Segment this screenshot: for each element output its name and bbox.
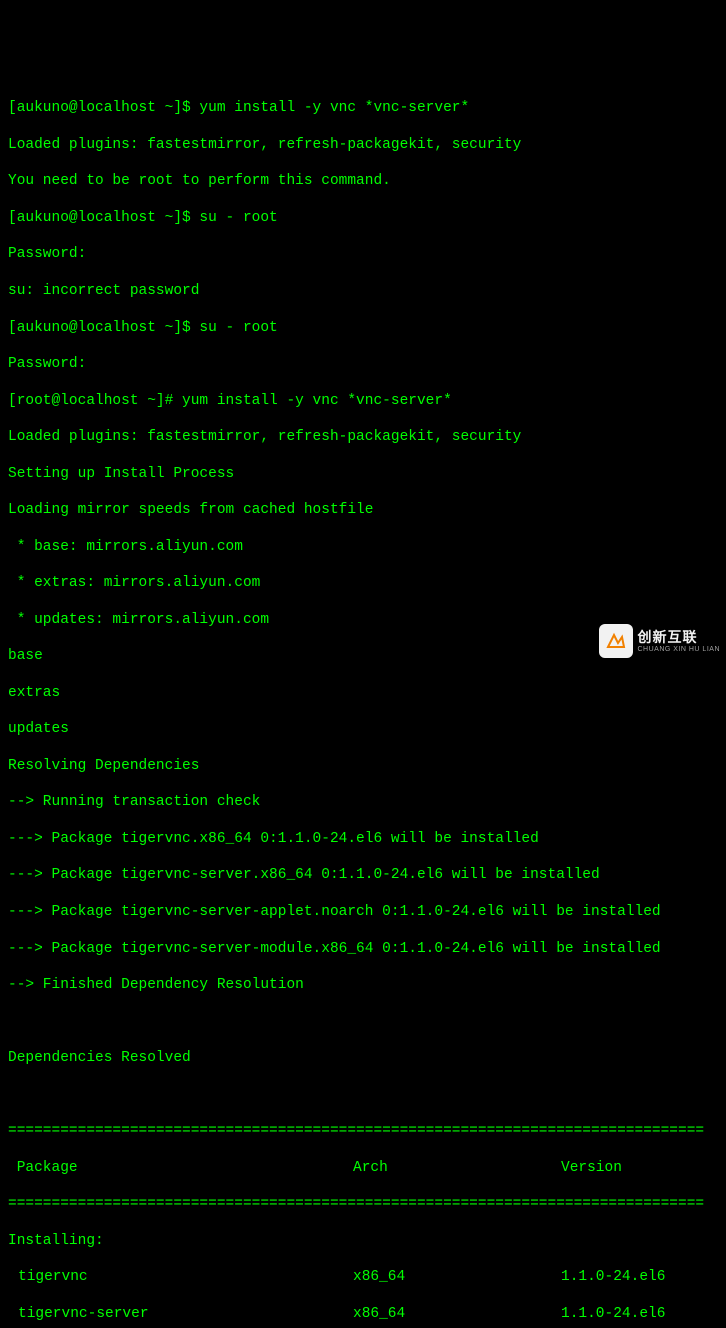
output-line: Resolving Dependencies <box>8 757 718 775</box>
output-line: ---> Package tigervnc-server-module.x86_… <box>8 940 718 958</box>
output-line: ---> Package tigervnc.x86_64 0:1.1.0-24.… <box>8 830 718 848</box>
output-line: [root@localhost ~]# yum install -y vnc *… <box>8 392 718 410</box>
terminal-output[interactable]: [aukuno@localhost ~]$ yum install -y vnc… <box>8 81 718 1328</box>
pkg-version: 1.1.0-24.el6 <box>561 1305 718 1323</box>
col-header-arch: Arch <box>353 1159 561 1177</box>
col-header-package: Package <box>8 1159 353 1177</box>
output-line: [aukuno@localhost ~]$ su - root <box>8 319 718 337</box>
output-line: --> Running transaction check <box>8 793 718 811</box>
output-line: * extras: mirrors.aliyun.com <box>8 574 718 592</box>
table-header-row: Package Arch Version <box>8 1159 718 1177</box>
separator-line: ========================================… <box>8 1195 718 1213</box>
pkg-name: tigervnc-server <box>8 1305 353 1323</box>
installing-label: Installing: <box>8 1232 718 1250</box>
output-line: extras <box>8 684 718 702</box>
col-header-version: Version <box>561 1159 718 1177</box>
output-line: ---> Package tigervnc-server-applet.noar… <box>8 903 718 921</box>
watermark: 创新互联 CHUANG XIN HU LIAN <box>599 624 720 658</box>
output-line: [aukuno@localhost ~]$ yum install -y vnc… <box>8 99 718 117</box>
watermark-en: CHUANG XIN HU LIAN <box>637 646 720 653</box>
output-line: updates <box>8 720 718 738</box>
output-line: * base: mirrors.aliyun.com <box>8 538 718 556</box>
watermark-logo-icon <box>599 624 633 658</box>
watermark-text: 创新互联 CHUANG XIN HU LIAN <box>637 630 720 653</box>
watermark-cn: 创新互联 <box>637 630 720 644</box>
pkg-version: 1.1.0-24.el6 <box>561 1268 718 1286</box>
output-line: su: incorrect password <box>8 282 718 300</box>
output-line: ---> Package tigervnc-server.x86_64 0:1.… <box>8 866 718 884</box>
table-row: tigervnc x86_64 1.1.0-24.el6 <box>8 1268 718 1286</box>
output-line: Dependencies Resolved <box>8 1049 718 1067</box>
pkg-name: tigervnc <box>8 1268 353 1286</box>
output-line: [aukuno@localhost ~]$ su - root <box>8 209 718 227</box>
output-line: Loaded plugins: fastestmirror, refresh-p… <box>8 428 718 446</box>
table-row: tigervnc-server x86_64 1.1.0-24.el6 <box>8 1305 718 1323</box>
separator-line: ========================================… <box>8 1122 718 1140</box>
pkg-arch: x86_64 <box>353 1268 561 1286</box>
output-line <box>8 1013 718 1031</box>
output-line: Setting up Install Process <box>8 465 718 483</box>
output-line: Loading mirror speeds from cached hostfi… <box>8 501 718 519</box>
output-line: You need to be root to perform this comm… <box>8 172 718 190</box>
output-line: Password: <box>8 355 718 373</box>
output-line <box>8 1086 718 1104</box>
output-line: Password: <box>8 245 718 263</box>
pkg-arch: x86_64 <box>353 1305 561 1323</box>
output-line: --> Finished Dependency Resolution <box>8 976 718 994</box>
output-line: Loaded plugins: fastestmirror, refresh-p… <box>8 136 718 154</box>
